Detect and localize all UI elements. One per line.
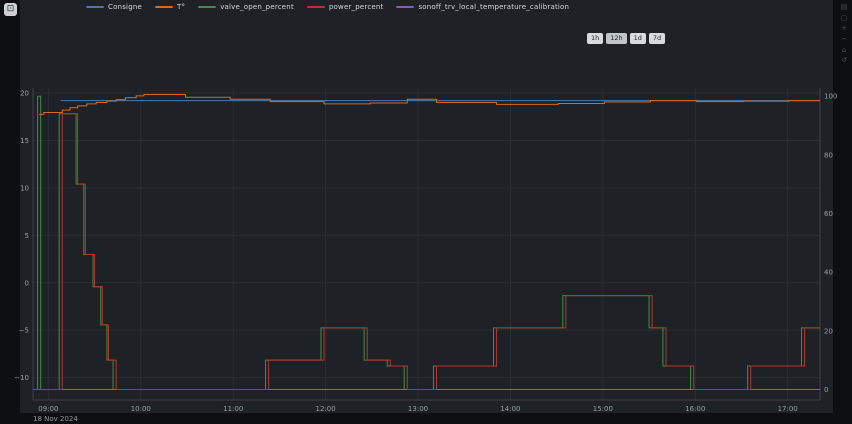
y-right-tick-label: 20 (824, 327, 833, 335)
y-left-tick-label: 10 (20, 184, 29, 192)
legend-label: power_percent (329, 3, 384, 11)
y-left-tick-label: 20 (20, 90, 29, 98)
range-button-1h[interactable]: 1h (587, 33, 603, 44)
gridlines (33, 88, 820, 400)
x-tick-label: 13:00 (408, 405, 428, 413)
series-lines (33, 94, 820, 389)
zoom-in-icon[interactable]: + (839, 25, 849, 33)
x-axis-date-label: 18 Nov 2024 (33, 415, 78, 423)
legend-label: Consigne (108, 3, 142, 11)
legend-item-t[interactable]: T° (155, 3, 185, 11)
legend-item-sonoff-trv-local-temperature-calibration[interactable]: sonoff_trv_local_temperature_calibration (396, 3, 569, 11)
x-tick-label: 11:00 (223, 405, 243, 413)
modebar-expand-button[interactable]: ⊡ (4, 3, 17, 16)
zoom-out-icon[interactable]: − (839, 36, 849, 44)
series-line-power-percent (33, 114, 820, 390)
axes (33, 88, 820, 400)
legend-item-valve-open-percent[interactable]: valve_open_percent (198, 3, 294, 11)
x-tick-label: 17:00 (778, 405, 798, 413)
chart-canvas[interactable]: 18 Nov 2024 09:00 10:00 11:00 12:00 13:00 14:… (0, 0, 852, 424)
x-tick-label: 12:00 (316, 405, 336, 413)
modebar: ▤ ▢ + − ⌂ ↺ (839, 4, 849, 65)
x-tick-label: 15:00 (593, 405, 613, 413)
range-button-12h[interactable]: 12h (606, 33, 626, 44)
legend-swatch-icon (198, 6, 216, 8)
x-tick-label: 09:00 (38, 405, 58, 413)
reset-axes-icon[interactable]: ↺ (839, 57, 849, 65)
expand-icon: ⊡ (7, 5, 15, 14)
y-left-tick-label: 15 (20, 137, 29, 145)
legend-swatch-icon (396, 6, 414, 8)
legend: Consigne T° valve_open_percent power_percen… (86, 3, 569, 11)
y-right-tick-label: 60 (824, 210, 833, 218)
legend-label: T° (177, 3, 185, 11)
y-left-tick-label: 0 (25, 279, 29, 287)
series-line-t (39, 94, 820, 114)
legend-swatch-icon (307, 6, 325, 8)
x-tick-label: 14:00 (500, 405, 520, 413)
chart-card: { "toolbar": { "expand_glyph": "⊡" }, "r… (0, 0, 852, 424)
axis-labels: 18 Nov 2024 09:00 10:00 11:00 12:00 13:00 14:… (14, 90, 837, 423)
zoom-icon[interactable]: ▢ (839, 15, 849, 23)
y-right-tick-label: 0 (824, 386, 828, 394)
x-tick-label: 16:00 (685, 405, 705, 413)
legend-label: valve_open_percent (220, 3, 294, 11)
y-left-tick-label: −10 (14, 374, 29, 382)
y-right-tick-label: 100 (824, 93, 837, 101)
legend-item-consigne[interactable]: Consigne (86, 3, 142, 11)
range-selector: 1h12h 1d7d (587, 33, 665, 44)
x-tick-label: 10:00 (131, 405, 151, 413)
y-right-tick-label: 80 (824, 151, 833, 159)
y-left-tick-label: 5 (25, 232, 29, 240)
legend-swatch-icon (86, 6, 104, 8)
y-left-tick-label: −5 (19, 327, 29, 335)
legend-label: sonoff_trv_local_temperature_calibration (418, 3, 569, 11)
y-right-tick-label: 40 (824, 269, 833, 277)
legend-swatch-icon (155, 6, 173, 8)
camera-icon[interactable]: ▤ (839, 4, 849, 12)
range-button-1d[interactable]: 1d (630, 33, 646, 44)
range-button-7d[interactable]: 7d (649, 33, 665, 44)
legend-item-power-percent[interactable]: power_percent (307, 3, 384, 11)
home-icon[interactable]: ⌂ (839, 47, 849, 55)
